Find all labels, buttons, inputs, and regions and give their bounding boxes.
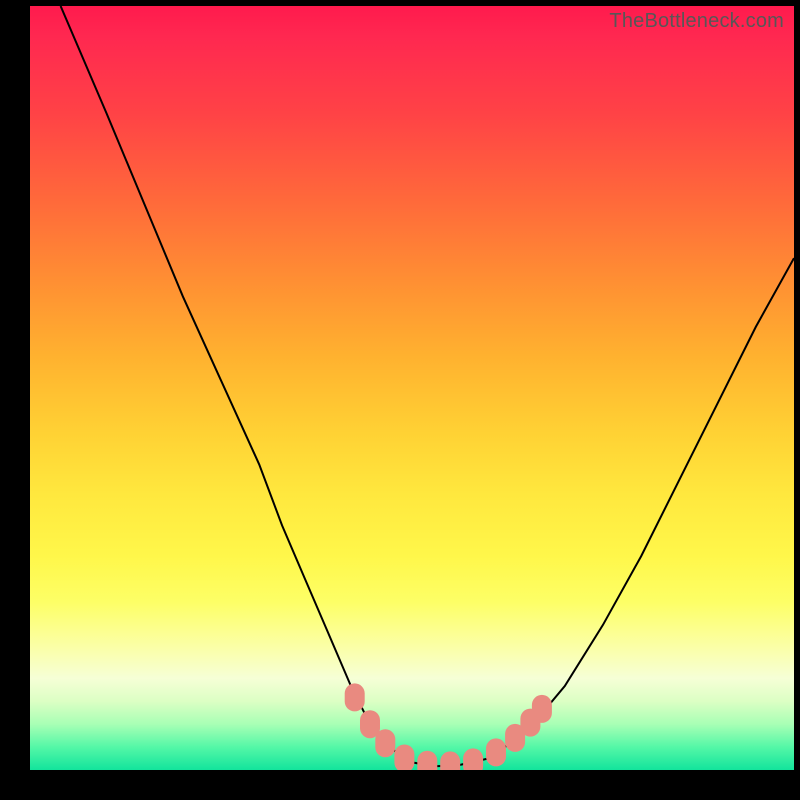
curve-marker xyxy=(486,738,506,766)
curve-marker xyxy=(532,695,552,723)
chart-frame: TheBottleneck.com xyxy=(0,0,800,800)
curve-marker xyxy=(463,748,483,770)
curve-marker xyxy=(440,751,460,770)
bottleneck-curve xyxy=(30,6,794,770)
curve-marker xyxy=(417,751,437,770)
curve-marker xyxy=(375,729,395,757)
curve-marker xyxy=(394,745,414,771)
curve-marker xyxy=(345,683,365,711)
curve-path xyxy=(61,6,794,766)
plot-area: TheBottleneck.com xyxy=(30,6,794,770)
